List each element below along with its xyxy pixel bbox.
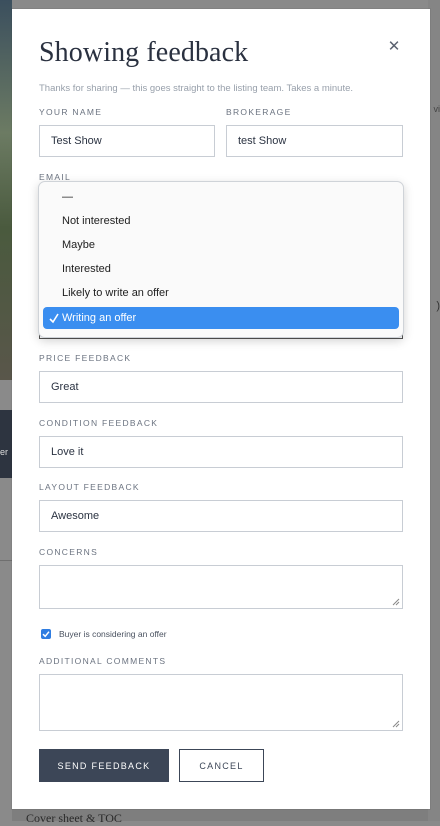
background-edge-text: er (0, 447, 8, 457)
resize-grip-icon[interactable] (392, 720, 400, 728)
cancel-button[interactable]: CANCEL (179, 749, 264, 782)
offer-checkbox-label: Buyer is considering an offer (59, 629, 167, 639)
resize-grip-icon[interactable] (392, 598, 400, 606)
send-feedback-button[interactable]: SEND FEEDBACK (39, 749, 169, 782)
background-dark-band (0, 410, 12, 478)
modal-intro: Thanks for sharing — this goes straight … (39, 83, 353, 94)
brokerage-field[interactable]: test Show (226, 125, 403, 157)
dropdown-option[interactable]: — (43, 186, 399, 208)
layout-label: LAYOUT FEEDBACK (39, 482, 140, 492)
name-label: YOUR NAME (39, 107, 102, 117)
concerns-label: CONCERNS (39, 547, 98, 557)
dropdown-option[interactable]: Maybe (43, 234, 399, 256)
additional-textarea[interactable] (39, 674, 403, 731)
concerns-textarea[interactable] (39, 565, 403, 609)
dropdown-option[interactable]: Not interested (43, 210, 399, 232)
condition-label: CONDITION FEEDBACK (39, 418, 158, 428)
background-divider (0, 560, 12, 561)
checkmark-icon (48, 311, 60, 325)
close-icon[interactable]: ✕ (386, 39, 402, 55)
modal-title: Showing feedback (39, 37, 248, 69)
background-right-text: vi (434, 104, 440, 114)
dropdown-option[interactable]: Likely to write an offer (43, 282, 399, 304)
background-right-text-2: ) (436, 300, 440, 312)
brokerage-label: BROKERAGE (226, 107, 292, 117)
offer-checkbox[interactable] (41, 629, 51, 639)
dropdown-option[interactable]: Interested (43, 258, 399, 280)
layout-field[interactable]: Awesome (39, 500, 403, 532)
additional-label: ADDITIONAL COMMENTS (39, 656, 166, 666)
price-field[interactable]: Great (39, 371, 403, 403)
dropdown-option-label: Writing an offer (62, 312, 136, 324)
interest-dropdown-menu: — Not interested Maybe Interested Likely… (38, 181, 404, 338)
feedback-modal: Showing feedback ✕ Thanks for sharing — … (12, 9, 430, 809)
checkmark-icon (42, 630, 50, 638)
background-footer-text: Cover sheet & TOC (26, 811, 122, 826)
listing-photo (0, 0, 12, 380)
condition-field[interactable]: Love it (39, 436, 403, 468)
dropdown-option-selected[interactable]: Writing an offer (43, 307, 399, 329)
name-field[interactable]: Test Show (39, 125, 215, 157)
price-label: PRICE FEEDBACK (39, 353, 131, 363)
